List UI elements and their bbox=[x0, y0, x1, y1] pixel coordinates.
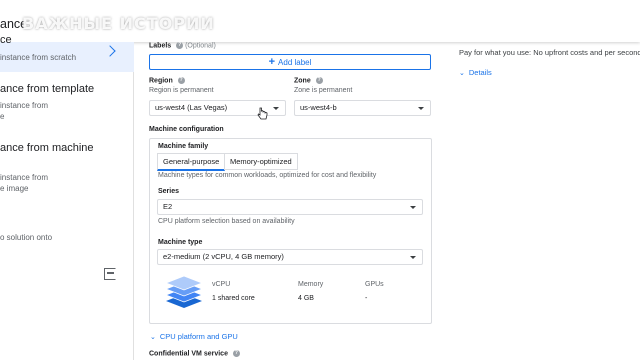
option-desc: instance from scratch bbox=[0, 53, 77, 62]
option-desc: instance from bbox=[0, 173, 49, 182]
stacked-layers-icon bbox=[165, 275, 203, 308]
spec-header-vcpu: vCPU bbox=[212, 281, 231, 288]
machine-type-select[interactable]: e2-medium (2 vCPU, 4 GB memory) bbox=[157, 249, 423, 265]
cpu-platform-expand-link[interactable]: ⌄ CPU platform and GPU bbox=[150, 332, 238, 341]
machine-type-label: Machine type bbox=[158, 239, 203, 246]
chevron-right-icon bbox=[104, 45, 116, 57]
region-heading: Region ? bbox=[149, 77, 185, 85]
tab-memory-optimized[interactable]: Memory-optimized bbox=[224, 153, 298, 170]
series-select[interactable]: E2 bbox=[157, 199, 423, 215]
expand-chevron-icon: ⌄ bbox=[150, 334, 156, 341]
series-label: Series bbox=[158, 188, 180, 195]
option-title: ce bbox=[0, 34, 12, 46]
open-in-icon bbox=[104, 268, 116, 280]
machine-config-heading: Machine configuration bbox=[149, 126, 224, 133]
option-desc: o solution onto bbox=[0, 233, 53, 242]
labels-heading: Labels ? (Optional) bbox=[149, 42, 216, 50]
dropdown-caret-icon bbox=[410, 206, 416, 209]
plus-icon: + bbox=[268, 56, 276, 68]
pricing-text: Pay for what you use: No upfront costs a… bbox=[459, 48, 640, 57]
watermark-logo: ВАЖНЫЕ ИСТОРИИ bbox=[22, 14, 215, 33]
details-link[interactable]: ⌄ Details bbox=[459, 68, 492, 77]
zone-hint: Zone is permanent bbox=[294, 87, 353, 94]
tab-general-purpose[interactable]: General-purpose bbox=[157, 153, 226, 171]
option-new-instance[interactable]: ce instance from scratch bbox=[0, 34, 134, 72]
option-title: ance from template bbox=[0, 83, 95, 95]
spec-value-memory: 4 GB bbox=[298, 295, 314, 302]
top-bar: ance ВАЖНЫЕ ИСТОРИИ bbox=[0, 0, 640, 42]
spec-header-memory: Memory bbox=[298, 281, 324, 288]
spec-value-gpus: - bbox=[365, 295, 368, 302]
creation-options-panel: ce instance from scratch ance from templ… bbox=[0, 34, 134, 360]
region-hint: Region is permanent bbox=[149, 87, 214, 94]
spec-value-vcpu: 1 shared core bbox=[212, 295, 255, 302]
dropdown-caret-icon bbox=[418, 107, 424, 110]
expand-chevron-icon: ⌄ bbox=[459, 70, 465, 77]
mouse-pointer-icon bbox=[257, 107, 268, 120]
help-icon[interactable]: ? bbox=[177, 77, 185, 84]
option-desc: e bbox=[0, 112, 5, 121]
option-desc: e image bbox=[0, 184, 29, 193]
add-label-button[interactable]: + Add label bbox=[149, 54, 431, 70]
family-description: Machine types for common workloads, opti… bbox=[158, 172, 377, 179]
confidential-vm-heading: Confidential VM service ? bbox=[149, 350, 240, 358]
option-desc: instance from bbox=[0, 101, 49, 110]
help-icon[interactable]: ? bbox=[315, 77, 323, 84]
machine-family-label: Machine family bbox=[158, 143, 209, 150]
help-icon[interactable]: ? bbox=[176, 42, 184, 49]
dropdown-caret-icon bbox=[273, 107, 279, 110]
help-icon[interactable]: ? bbox=[232, 350, 240, 357]
zone-select[interactable]: us-west4-b bbox=[294, 100, 431, 116]
series-description: CPU platform selection based on availabi… bbox=[158, 218, 295, 225]
option-title: ance from machine bbox=[0, 142, 94, 154]
dropdown-caret-icon bbox=[410, 256, 416, 259]
zone-heading: Zone ? bbox=[294, 77, 323, 85]
spec-header-gpus: GPUs bbox=[365, 281, 384, 288]
